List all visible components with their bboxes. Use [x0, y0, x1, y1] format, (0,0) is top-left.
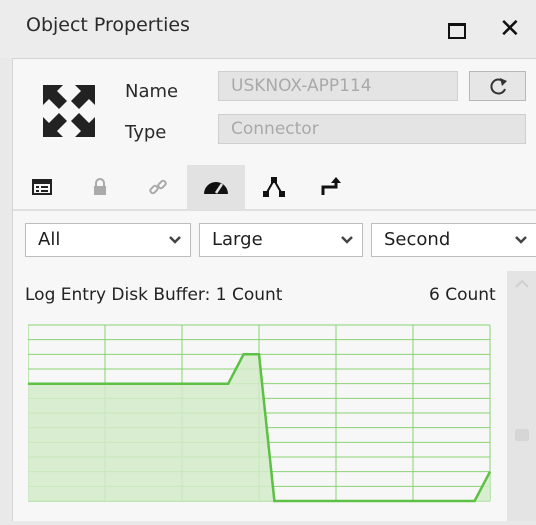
tab-performance[interactable] [187, 165, 245, 209]
tab-routing[interactable] [303, 165, 361, 209]
maximize-icon [448, 23, 466, 39]
close-button[interactable]: ✕ [496, 14, 526, 44]
vertical-scrollbar[interactable] [507, 271, 536, 521]
chevron-down-icon [515, 236, 527, 244]
tab-links[interactable] [129, 165, 187, 209]
tab-bar [13, 165, 536, 209]
list-view-icon [32, 179, 52, 195]
disk-buffer-chart [28, 324, 492, 503]
interval-select[interactable]: Second [371, 223, 536, 257]
tab-topology[interactable] [245, 165, 303, 209]
name-field: USKNOX-APP114 [218, 71, 458, 101]
type-label: Type [125, 122, 167, 143]
properties-panel: Name USKNOX-APP114 Type Connector All La… [12, 58, 536, 521]
refresh-button[interactable] [469, 71, 526, 101]
scrollbar-track [515, 279, 529, 441]
size-select-value: Large [212, 229, 263, 250]
window-title: Object Properties [26, 14, 190, 36]
close-icon: ✕ [499, 14, 521, 44]
chevron-down-icon [341, 236, 353, 244]
chart-max-label: 6 Count [429, 285, 496, 305]
topology-icon [263, 177, 285, 197]
maximize-button[interactable] [442, 14, 472, 44]
interval-select-value: Second [384, 229, 451, 250]
name-label: Name [125, 81, 179, 102]
gauge-icon [204, 182, 228, 194]
title-bar: Object Properties ✕ [0, 0, 536, 58]
chevron-down-icon [169, 236, 181, 244]
refresh-icon [490, 78, 507, 95]
type-field: Connector [218, 114, 526, 144]
lock-icon [94, 178, 106, 195]
chart-title: Log Entry Disk Buffer: 1 Count [25, 285, 283, 305]
scope-select-value: All [38, 229, 61, 250]
expand-arrows-icon [43, 85, 95, 137]
route-arrow-icon [321, 177, 341, 195]
size-select[interactable]: Large [199, 223, 363, 257]
tab-security[interactable] [71, 165, 129, 209]
scope-select[interactable]: All [25, 223, 191, 257]
link-icon [149, 179, 167, 195]
tab-details[interactable] [13, 165, 71, 209]
